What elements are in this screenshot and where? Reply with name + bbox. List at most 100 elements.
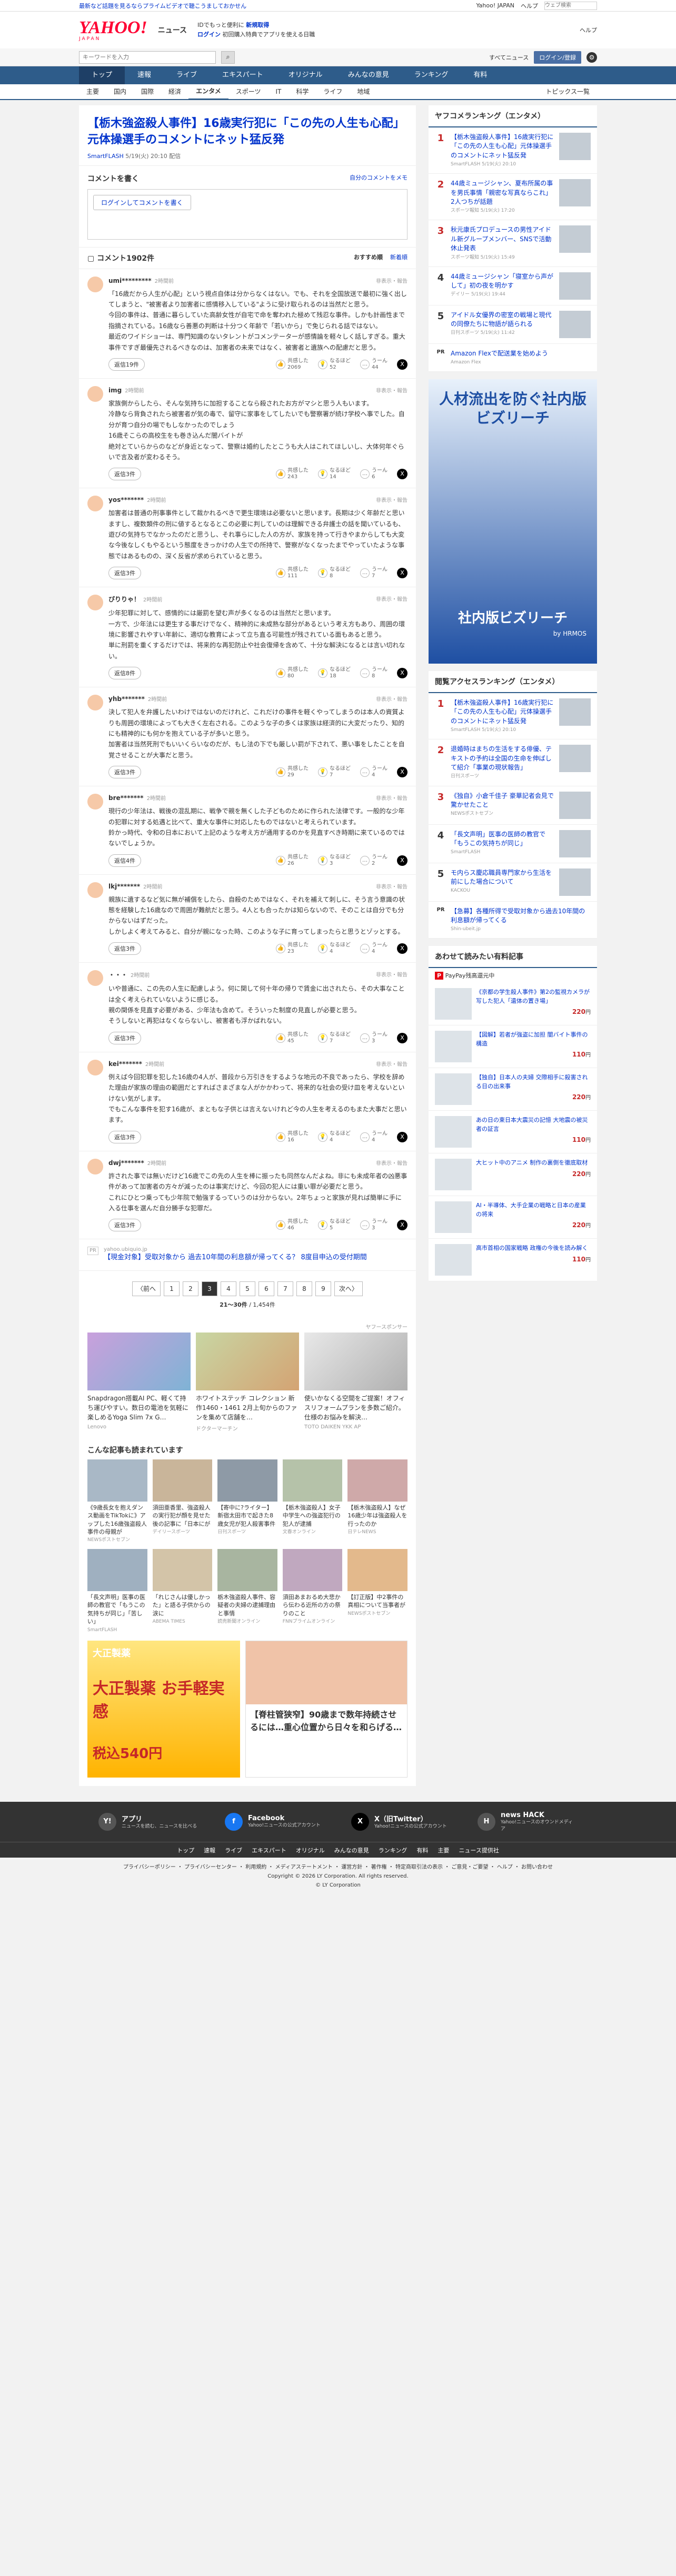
recommended-article[interactable]: 【寄中に?ライター】新宿太田市で起きた8歳女児が犯人殺害事件 日刊スポーツ [217,1459,277,1544]
avatar[interactable] [87,496,103,512]
main-nav-item[interactable]: ライブ [164,66,210,84]
ranking-pr[interactable]: PR Amazon Flexで配送業を始めよう Amazon Flex [429,344,597,372]
reaction-react3[interactable]: … うーん 7 [360,567,387,579]
sub-nav-item[interactable]: IT [268,84,289,99]
ad-title[interactable]: ホワイトステッチ コレクション 新作1460・1461 2月上旬からのファンを集… [196,1394,299,1422]
footer-app-2[interactable]: X X（旧Twitter） Yahoo!ニュースの公式アカウント [351,1813,451,1831]
help-link[interactable]: ヘルプ [521,2,538,10]
replies-button[interactable]: 返信3件 [108,766,141,779]
comment-report-link[interactable]: 非表示・報告 [376,882,407,890]
prev-page-button[interactable]: 〈前へ [132,1281,161,1296]
reaction-react3[interactable]: … うーん 3 [360,1032,387,1044]
paid-article-item[interactable]: 【図解】若者が強盗に加担 闇バイト事件の構造 110円 [429,1025,597,1069]
reaction-react1[interactable]: 👍 共感した 80 [276,667,309,679]
reaction-react1[interactable]: 👍 共感した 23 [276,942,309,955]
ranking-title[interactable]: 44歳ミュージシャン「寝室から声がして」初の夜を明かす [451,272,555,291]
paid-article-item[interactable]: 大ヒット中のアニメ 制作の裏側を徹底取材 220円 [429,1153,597,1197]
main-nav-item[interactable]: みんなの意見 [335,66,402,84]
replies-button[interactable]: 返信4件 [108,854,141,867]
reaction-react2[interactable]: 💡 なるほど 14 [318,468,351,480]
page-7[interactable]: 7 [277,1281,293,1296]
ranking-title[interactable]: 【栃木強盗殺人事件】16歳実行犯に「この先の人生も心配」元体操選手のコメントにネ… [451,698,555,726]
ad-card[interactable]: Snapdragon搭載AI PC、軽くて持ち運びやすい。数日の電池を気軽に楽し… [87,1332,191,1432]
ad-title[interactable]: Snapdragon搭載AI PC、軽くて持ち運びやすい。数日の電池を気軽に楽し… [87,1394,191,1422]
reaction-react2[interactable]: 💡 なるほど 7 [318,1032,351,1044]
x-share-icon[interactable]: X [397,1032,407,1043]
reaction-react3[interactable]: … うーん 8 [360,667,387,679]
replies-button[interactable]: 返信3件 [108,1031,141,1044]
page-5[interactable]: 5 [240,1281,255,1296]
footer-nav-item[interactable]: 速報 [204,1846,215,1854]
reaction-react1[interactable]: 👍 共感した 2069 [276,358,309,371]
paid-article-item[interactable]: 《京都の学生殺人事件》第2の監視カメラが写した犯人「遺体の置き場」 220円 [429,983,597,1026]
paid-article-title[interactable]: あの日の東日本大震災の記憶 大地震の被災者の証言 [476,1116,591,1133]
sub-nav-item[interactable]: 国際 [134,84,161,99]
reaction-react2[interactable]: 💡 なるほど 4 [318,942,351,955]
sub-nav-item[interactable]: 主要 [79,84,106,99]
ranking-item[interactable]: 2 退婚時はまちの生活をする俳優、テキストの予約は全国の生命を伸ばして紹介「事業の… [429,739,597,786]
replies-button[interactable]: 返信3件 [108,942,141,955]
page-8[interactable]: 8 [296,1281,312,1296]
reaction-react2[interactable]: 💡 なるほど 52 [318,358,351,371]
article-title[interactable]: 【栃木強盗殺人】なぜ16歳少年は強盗殺人を行ったのか [347,1504,407,1528]
main-nav-item[interactable]: ランキング [402,66,461,84]
comment-report-link[interactable]: 非表示・報告 [376,1060,407,1068]
reaction-react1[interactable]: 👍 共感した 243 [276,468,309,480]
article-title[interactable]: 須田あまおるめ大悲から伝わる近所の方の祭りのこと [283,1593,343,1617]
ranking-item[interactable]: 4 44歳ミュージシャン「寝室から声がして」初の夜を明かす デイリー 5/19(火)… [429,267,597,305]
comment-user[interactable]: kei******* 2時間前 [108,1060,164,1068]
article-title[interactable]: 《9歳長女を抱えダンス動画をTikTokに》アップした16歳強盗殺人事件の母親が [87,1504,147,1536]
avatar[interactable] [87,276,103,292]
all-news-link[interactable]: すべてニュース [489,53,529,62]
article-title[interactable]: 【栃木強盗殺人】女子中学生への強盗犯行の犯人が逮捕 [283,1504,343,1528]
access-pr[interactable]: PR 【急募】各種所得で受取対象から過去10年間の利息額が帰ってくる Shin-u… [429,902,597,939]
reaction-react2[interactable]: 💡 なるほど 3 [318,854,351,867]
reaction-react3[interactable]: … うーん 2 [360,854,387,867]
reaction-react1[interactable]: 👍 共感した 46 [276,1219,309,1231]
sub-nav-item[interactable]: 科学 [289,84,316,99]
comment-user[interactable]: bre******* 2時間前 [108,794,166,802]
comment-report-link[interactable]: 非表示・報告 [376,1159,407,1167]
comment-report-link[interactable]: 非表示・報告 [376,794,407,802]
comment-report-link[interactable]: 非表示・報告 [376,695,407,703]
comment-username[interactable]: yos******* [108,496,144,504]
reaction-react3[interactable]: … うーん 44 [360,358,387,371]
avatar[interactable] [87,1059,103,1075]
ranking-item[interactable]: 2 44歳ミュージシャン、夏布所属の事を男氏事情「親密な写真ならこれ」2人つちが話… [429,174,597,221]
page-4[interactable]: 4 [221,1281,236,1296]
replies-button[interactable]: 返信3件 [108,1219,141,1232]
article-title[interactable]: 【訂正版】中2事件の真相について当事者が [347,1593,407,1610]
footer-app-name[interactable]: X（旧Twitter） [374,1813,447,1823]
avatar[interactable] [87,595,103,611]
bizreach-ad[interactable]: 人材流出を防ぐ社内版ビズリーチ 社内版ビズリーチ by HRMOS [429,379,597,664]
x-share-icon[interactable]: X [397,943,407,954]
footer-nav-item[interactable]: ランキング [379,1846,407,1854]
ad-title[interactable]: 使いかなくる空間をご提案！オフィスリフォームプランを多数ご紹介。仕様のお悩みを解… [304,1394,407,1422]
paid-article-item[interactable]: 高市首相の国家戦略 政権の今後を読み解く 110円 [429,1239,597,1282]
paid-article-item[interactable]: AI・半導体、大手企業の戦略と日本の産業の将来 220円 [429,1196,597,1239]
topbar-promo[interactable]: 最新など話題を見るならプライムビデオで聴こうましておかせん [79,2,246,10]
comment-username[interactable]: umi********* [108,277,152,284]
paid-article-title[interactable]: 【図解】若者が強盗に加担 闇バイト事件の構造 [476,1031,591,1048]
page-1[interactable]: 1 [164,1281,180,1296]
sub-nav-item[interactable]: 地域 [350,84,377,99]
main-nav-item[interactable]: 有料 [461,66,500,84]
comment-username[interactable]: img [108,387,122,394]
paid-article-title[interactable]: 《京都の学生殺人事件》第2の監視カメラが写した犯人「遺体の置き場」 [476,988,591,1005]
login-to-comment-button[interactable]: ログインしてコメントを書く [93,194,191,210]
ranking-item[interactable]: 1 【栃木強盗殺人事件】16歳実行犯に「この先の人生も心配」元体操選手のコメントに… [429,693,597,740]
footer-app-1[interactable]: f Facebook Yahoo!ニュースの公式アカウント [225,1813,325,1831]
x-share-icon[interactable]: X [397,1131,407,1142]
article-title[interactable]: 【寄中に?ライター】新宿太田市で起きた8歳女児が犯人殺害事件 [217,1504,277,1528]
ranking-item[interactable]: 5 アイドル女優界の密室の戦場と現代の同僚たちに物語が語られる 日刊スポーツ 5/1… [429,305,597,344]
comment-report-link[interactable]: 非表示・報告 [376,496,407,504]
reaction-react1[interactable]: 👍 共感した 29 [276,766,309,778]
ranking-title[interactable]: 「長文声明」医事の医師の教官で「もうこの気持ちが同じ」 [451,830,555,848]
reaction-react2[interactable]: 💡 なるほど 5 [318,1219,351,1231]
yahoo-logo[interactable]: YAHOO! JAPAN [79,18,147,42]
footer-app-0[interactable]: Y! アプリ ニュースを読む、ニュースを比べる [98,1813,198,1831]
reaction-react1[interactable]: 👍 共感した 26 [276,854,309,867]
comment-username[interactable]: lkj******* [108,883,140,890]
ranking-title[interactable]: 《独自》小倉千佳子 豪華記者会見で驚かせたこと [451,792,555,810]
recommended-article[interactable]: 須田あまおるめ大悲から伝わる近所の方の祭りのこと FNNプライムオンライン [282,1549,343,1633]
